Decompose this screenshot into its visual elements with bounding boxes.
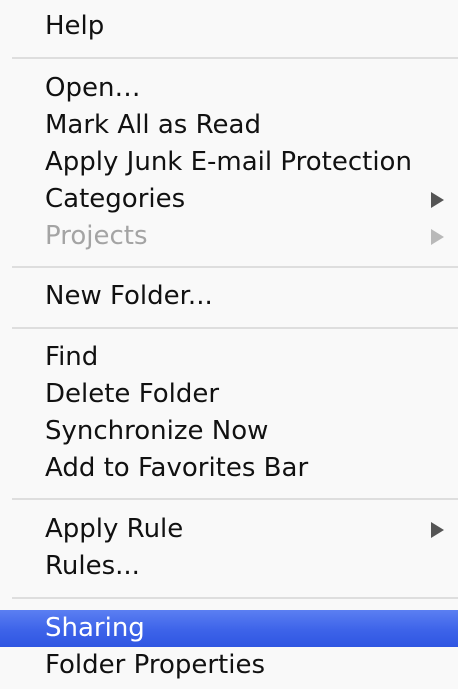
menu-item-delete-folder[interactable]: Delete Folder (0, 376, 458, 413)
menu-item-projects: Projects (0, 218, 458, 255)
context-menu: Help Open… Mark All as Read Apply Junk E… (0, 0, 458, 689)
menu-item-categories[interactable]: Categories (0, 181, 458, 218)
menu-item-find[interactable]: Find (0, 339, 458, 376)
menu-item-label: Delete Folder (45, 379, 220, 409)
menu-separator (12, 597, 458, 599)
menu-item-mark-all-as-read[interactable]: Mark All as Read (0, 107, 458, 144)
menu-item-synchronize-now[interactable]: Synchronize Now (0, 413, 458, 450)
menu-item-label: Apply Junk E-mail Protection (45, 147, 412, 177)
menu-item-label: Folder Properties (45, 650, 266, 680)
menu-item-label: Find (45, 342, 99, 372)
menu-item-help[interactable]: Help (0, 8, 458, 45)
menu-item-label: Open… (45, 73, 141, 103)
menu-separator (12, 57, 458, 59)
menu-item-label: Projects (45, 221, 148, 251)
menu-item-label: Rules... (45, 551, 140, 581)
submenu-arrow-icon (431, 228, 444, 245)
menu-item-label: Sharing (45, 613, 145, 643)
menu-item-apply-rule[interactable]: Apply Rule (0, 511, 458, 548)
menu-item-folder-properties[interactable]: Folder Properties (0, 647, 458, 684)
menu-separator (12, 498, 458, 500)
menu-separator (12, 327, 458, 329)
menu-item-label: Mark All as Read (45, 110, 261, 140)
submenu-arrow-icon (431, 191, 444, 208)
menu-item-new-folder[interactable]: New Folder... (0, 278, 458, 315)
menu-item-label: New Folder... (45, 281, 213, 311)
menu-item-label: Synchronize Now (45, 416, 269, 446)
menu-item-rules[interactable]: Rules... (0, 548, 458, 585)
submenu-arrow-icon (431, 521, 444, 538)
menu-item-open[interactable]: Open… (0, 70, 458, 107)
menu-item-apply-junk-email-protection[interactable]: Apply Junk E-mail Protection (0, 144, 458, 181)
menu-item-label: Help (45, 11, 105, 41)
menu-separator (12, 266, 458, 268)
menu-item-label: Apply Rule (45, 514, 184, 544)
menu-item-sharing[interactable]: Sharing (0, 610, 458, 647)
menu-item-label: Categories (45, 184, 186, 214)
menu-item-add-to-favorites-bar[interactable]: Add to Favorites Bar (0, 450, 458, 487)
menu-item-label: Add to Favorites Bar (45, 453, 309, 483)
